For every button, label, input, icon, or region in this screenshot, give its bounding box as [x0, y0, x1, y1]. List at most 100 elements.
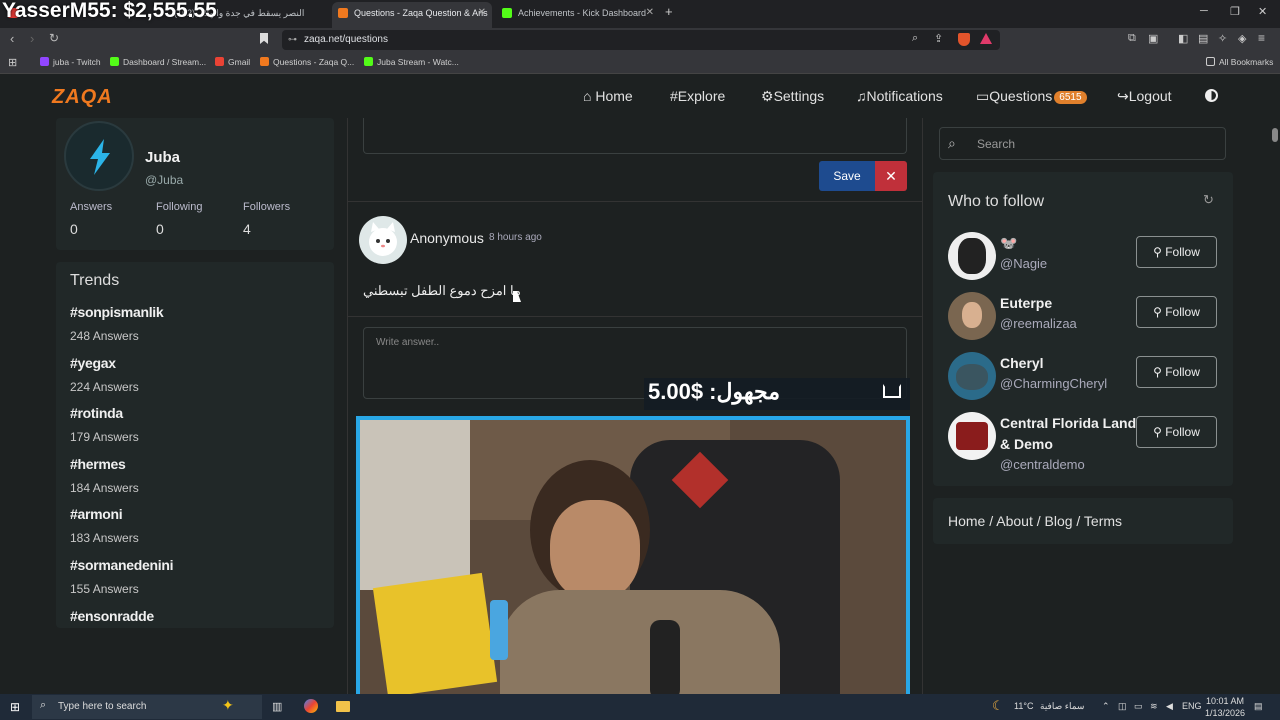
follow-button[interactable]: ⚲ Follow [1136, 236, 1217, 268]
site-info-icon[interactable]: ⊶ [288, 34, 297, 45]
answer-placeholder: Write answer.. [376, 337, 440, 348]
refresh-icon[interactable]: ↻ [1203, 192, 1214, 208]
followers-count[interactable]: 4 [243, 221, 251, 237]
windows-start-icon[interactable]: ⊞ [10, 700, 20, 714]
trend-tag[interactable]: #rotinda [70, 405, 123, 421]
avatar[interactable] [948, 292, 996, 340]
follow-button[interactable]: ⚲ Follow [1136, 296, 1217, 328]
clock-time[interactable]: 10:01 AM [1206, 696, 1244, 706]
nav-settings[interactable]: ⚙Settings [761, 88, 824, 105]
brave-shield-icon[interactable] [958, 33, 970, 46]
vpn-icon[interactable]: ◈ [1238, 32, 1246, 45]
close-tab-icon[interactable]: ✕ [646, 2, 654, 24]
page-scrollbar[interactable] [1272, 128, 1278, 142]
follow-button[interactable]: ⚲ Follow [1136, 416, 1217, 448]
sidebar-icon[interactable]: ◧ [1178, 32, 1188, 45]
close-tab-icon[interactable]: ✕ [478, 2, 486, 24]
trend-tag[interactable]: #armoni [70, 506, 123, 522]
answer-editor[interactable] [363, 118, 907, 154]
avatar[interactable] [948, 232, 996, 280]
bookmark-label: juba - Twitch [53, 57, 101, 67]
battery-icon[interactable]: ▭ [1134, 701, 1143, 712]
follow-user-name[interactable]: Euterpe [1000, 293, 1138, 314]
avatar[interactable] [948, 412, 996, 460]
bookmarks-bar: ⊞ juba - Twitch Dashboard / Stream... Gm… [0, 52, 1280, 74]
bookmark-juba-stream[interactable]: Juba Stream - Watc... [364, 57, 459, 67]
media-icon[interactable]: ▣ [1148, 32, 1158, 45]
follow-button[interactable]: ⚲ Follow [1136, 356, 1217, 388]
copilot-icon[interactable] [304, 699, 318, 713]
follow-label: Follow [1165, 365, 1200, 379]
tray-chevron-icon[interactable]: ⌃ [1102, 701, 1110, 712]
share-icon[interactable]: ⇪ [934, 32, 943, 45]
extensions-icon[interactable]: ⧉ [1128, 32, 1136, 45]
profile-name[interactable]: Juba [145, 149, 180, 166]
avatar[interactable] [948, 352, 996, 400]
avatar[interactable] [64, 121, 134, 191]
tab-kick-dashboard[interactable]: Achievements - Kick Dashboard ✕ [496, 2, 660, 28]
nav-notifications[interactable]: ♫Notifications [856, 88, 943, 104]
nav-questions[interactable]: ▭Questions 6515 [976, 88, 1087, 105]
bookmark-twitch[interactable]: juba - Twitch [40, 57, 101, 67]
avatar[interactable] [359, 216, 407, 264]
nav-explore[interactable]: #Explore [670, 88, 725, 104]
following-count[interactable]: 0 [156, 221, 164, 237]
trend-count: 184 Answers [70, 481, 139, 495]
volume-icon[interactable]: ◀ [1166, 701, 1173, 712]
wallet-icon[interactable]: ▤ [1198, 32, 1208, 45]
wifi-icon[interactable]: ≋ [1150, 701, 1158, 712]
clock-date[interactable]: 1/13/2026 [1205, 708, 1245, 718]
who-to-follow-title: Who to follow [948, 193, 1045, 210]
bookmark-zaqa[interactable]: Questions - Zaqa Q... [260, 57, 354, 67]
trend-tag[interactable]: #ensonradde [70, 608, 154, 624]
nav-home[interactable]: ⌂ Home [583, 88, 633, 104]
donation-text: مجهول: $5.00 [648, 379, 780, 404]
notifications-icon[interactable]: ▤ [1254, 701, 1263, 712]
answers-count[interactable]: 0 [70, 221, 78, 237]
trend-tag[interactable]: #yegax [70, 355, 116, 371]
task-view-icon[interactable]: ▥ [272, 700, 282, 713]
trend-tag[interactable]: #hermes [70, 456, 126, 472]
trends-title: Trends [70, 272, 120, 289]
forward-icon[interactable]: › [30, 31, 34, 46]
tab-label: Achievements - Kick Dashboard [518, 8, 647, 18]
person-face [550, 500, 640, 600]
followers-label: Followers [243, 201, 291, 213]
follow-user-name[interactable]: Central Florida Land & Demo [1000, 413, 1138, 455]
menu-icon[interactable]: ≡ [1258, 31, 1265, 45]
file-explorer-icon[interactable] [336, 701, 350, 712]
question-author[interactable]: Anonymous [410, 230, 484, 246]
user-plus-icon: ⚲ [1153, 365, 1162, 379]
cancel-button[interactable]: ✕ [875, 161, 907, 191]
network-icon[interactable]: ◫ [1118, 701, 1127, 712]
follow-user-name[interactable]: 🐭 [1000, 233, 1138, 254]
nav-logout[interactable]: ↪Logout [1117, 88, 1172, 105]
zoom-icon[interactable]: ⌕ [912, 32, 918, 45]
reload-icon[interactable]: ↻ [49, 31, 59, 45]
theme-toggle-icon[interactable] [1205, 89, 1218, 102]
question-timestamp: 8 hours ago [489, 232, 542, 243]
back-icon[interactable]: ‹ [10, 31, 14, 46]
bookmark-gmail[interactable]: Gmail [215, 57, 250, 67]
save-button[interactable]: Save [819, 161, 875, 191]
brave-rewards-icon[interactable] [980, 33, 992, 44]
weather-desc[interactable]: سماء صافية [1040, 701, 1084, 712]
all-bookmarks[interactable]: All Bookmarks [1206, 57, 1273, 67]
bookmark-kick-dashboard[interactable]: Dashboard / Stream... [110, 57, 206, 67]
tab-zaqa-questions[interactable]: Questions - Zaqa Question & Ans ✕ [332, 2, 492, 28]
footer-links[interactable]: Home / About / Blog / Terms [948, 513, 1122, 529]
trend-tag[interactable]: #sonpismanlik [70, 304, 164, 320]
weather-temp[interactable]: 11°C [1014, 701, 1033, 711]
url-field[interactable]: zaqa.net/questions [282, 30, 1000, 50]
close-window-icon[interactable]: ✕ [1258, 5, 1267, 18]
follow-user-name[interactable]: Cheryl [1000, 353, 1138, 374]
leo-ai-icon[interactable]: ✧ [1218, 32, 1227, 45]
trend-tag[interactable]: #sormanedenini [70, 557, 173, 573]
minimize-icon[interactable]: ─ [1200, 5, 1208, 17]
new-tab-button[interactable]: + [665, 4, 673, 19]
restore-icon[interactable]: ❐ [1230, 5, 1240, 18]
site-logo[interactable]: ZAQA [52, 86, 113, 109]
input-language[interactable]: ENG [1182, 701, 1202, 711]
following-label: Following [156, 201, 203, 213]
apps-grid-icon[interactable]: ⊞ [8, 56, 17, 69]
